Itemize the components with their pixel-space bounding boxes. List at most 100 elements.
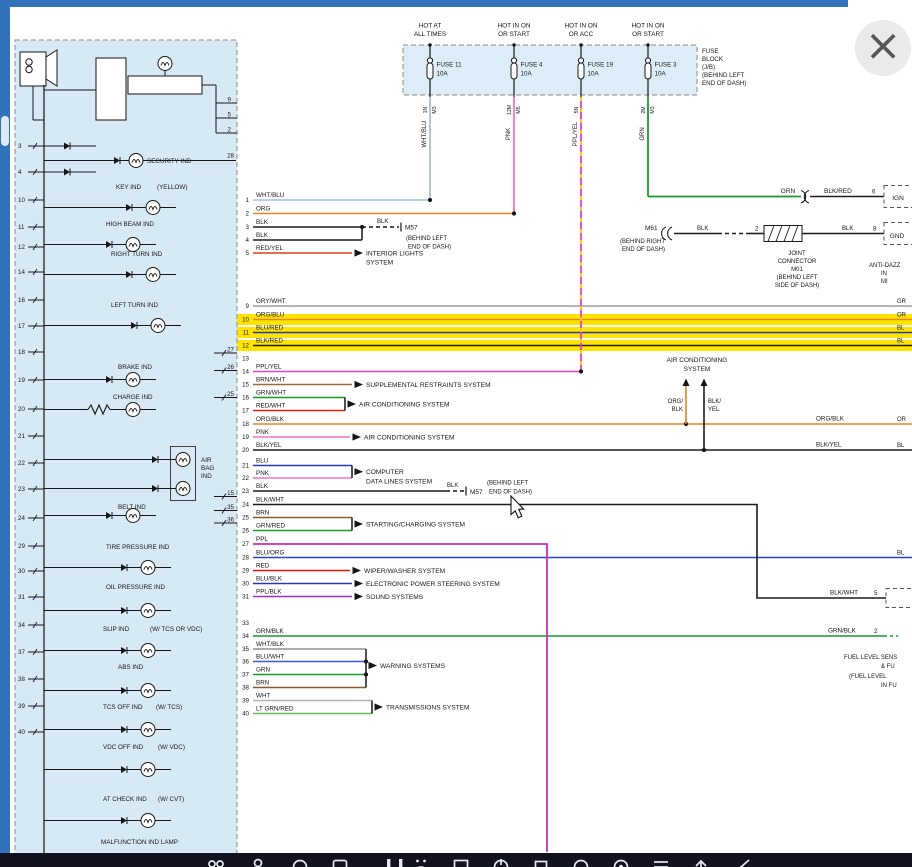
system-callout: WARNING SYSTEMS bbox=[380, 663, 446, 670]
wire-color-label: BRN/WHT bbox=[256, 377, 286, 384]
note-line: ANTI-DAZZ bbox=[869, 263, 901, 269]
back-icon[interactable] bbox=[735, 856, 757, 867]
wire-number: 21 bbox=[242, 463, 249, 470]
wire-number: 27 bbox=[242, 541, 249, 548]
wire-number: 11 bbox=[243, 330, 250, 337]
power-icon[interactable] bbox=[490, 856, 512, 867]
contacts-glyph bbox=[205, 856, 227, 867]
wire-number: 34 bbox=[242, 633, 249, 640]
pin-number: 8 bbox=[873, 226, 877, 233]
pin-number: 39 bbox=[18, 703, 25, 710]
wire-number: 36 bbox=[242, 659, 249, 666]
wire-color-label: BLK bbox=[697, 226, 708, 232]
indicator-suffix: (W/ TCS) bbox=[156, 704, 182, 711]
indicator-lamp-icon bbox=[158, 57, 172, 71]
wire-color-label: BLK/RED bbox=[256, 338, 283, 345]
wire-color-label: PPL/YEL bbox=[256, 364, 282, 371]
fuse-conn: M5 bbox=[516, 106, 522, 113]
wire-color-label: BLK/ bbox=[708, 399, 721, 405]
indicator-suffix: (YELLOW) bbox=[157, 184, 187, 191]
scrollbar-handle[interactable] bbox=[1, 116, 9, 146]
pin-number: 12 bbox=[18, 244, 25, 251]
wire-number: 37 bbox=[242, 672, 249, 679]
note-line: JOINT bbox=[788, 251, 806, 257]
wire-color-label: BLK bbox=[256, 219, 269, 226]
wire-number: 19 bbox=[242, 434, 249, 441]
fuse-name: FUSE 11 bbox=[437, 62, 463, 69]
indicator-lamp-icon bbox=[141, 561, 155, 575]
circle-icon[interactable] bbox=[570, 856, 592, 867]
wire-color-label: BRN bbox=[256, 510, 270, 517]
pin-number: 25 bbox=[227, 391, 234, 398]
edge-label: OR bbox=[897, 417, 907, 423]
stop-icon[interactable] bbox=[450, 856, 472, 867]
pin-number: 29 bbox=[18, 543, 25, 550]
upload-icon[interactable] bbox=[690, 856, 712, 867]
wiring-diagram-canvas[interactable]: FUSE BLOCK (J/B) (BEHIND LEFT END OF DAS… bbox=[0, 0, 912, 867]
wire-number: 9 bbox=[246, 303, 250, 310]
note-line: (BEHIND RIGHT bbox=[620, 239, 665, 245]
junction-dot bbox=[364, 659, 368, 663]
note-line: END OF DASH) bbox=[489, 490, 532, 496]
clock-icon[interactable] bbox=[289, 856, 311, 867]
note-line: MI bbox=[881, 279, 888, 285]
wire-color-label: ORG/BLU bbox=[256, 312, 285, 319]
wire-number: 18 bbox=[242, 421, 249, 428]
wire-number: 25 bbox=[242, 515, 249, 522]
power-glyph bbox=[490, 856, 512, 867]
pin-number: 34 bbox=[18, 622, 25, 629]
pin-number: 21 bbox=[18, 433, 25, 440]
wire-color-label: WHT bbox=[256, 693, 270, 700]
pin-number: 18 bbox=[18, 349, 25, 356]
note-line: IN bbox=[881, 271, 887, 277]
app-window-icon[interactable] bbox=[329, 856, 351, 867]
note-line: M01 bbox=[791, 267, 803, 273]
pin-number: 15 bbox=[227, 490, 234, 497]
indicator-lamp-icon bbox=[141, 763, 155, 777]
window-icon[interactable] bbox=[530, 856, 552, 867]
power-rail-label: OR START bbox=[498, 31, 530, 38]
gnd-label: GND bbox=[890, 233, 905, 240]
pin-number: 9 bbox=[228, 97, 232, 104]
wire-color-label: ORG/BLK bbox=[816, 416, 845, 423]
wire-color-label: GRN bbox=[256, 667, 270, 674]
joint-connector-box bbox=[764, 226, 802, 242]
wire-color-label: ORG/ bbox=[668, 399, 684, 405]
power-rail-label: HOT AT bbox=[419, 23, 442, 30]
hotspot-icon[interactable] bbox=[410, 856, 432, 867]
pin-number: 5 bbox=[874, 590, 878, 597]
indicator-suffix: (W/ CVT) bbox=[158, 796, 184, 803]
wire-number: 35 bbox=[242, 646, 249, 653]
pin-number: 19 bbox=[18, 377, 25, 384]
power-rail-label: OR START bbox=[632, 31, 664, 38]
record-glyph bbox=[610, 856, 632, 867]
connector-label: M57 bbox=[405, 225, 418, 232]
indicator-lamp-icon bbox=[141, 723, 155, 737]
menu-icon[interactable] bbox=[650, 856, 672, 867]
pin-number: 17 bbox=[18, 323, 25, 330]
wire-color-label: WHT/BLU bbox=[256, 192, 285, 199]
close-button[interactable]: × bbox=[855, 20, 911, 76]
fuse-terminal bbox=[427, 58, 432, 63]
system-callout: ELECTRONIC POWER STEERING SYSTEM bbox=[366, 581, 500, 588]
junction-dot bbox=[579, 369, 583, 373]
wire-color-label: PNK bbox=[256, 470, 270, 477]
pin-number: 22 bbox=[18, 460, 25, 467]
indicator-lamp-icon bbox=[146, 201, 160, 215]
wire-number: 38 bbox=[242, 685, 249, 692]
indicator-lamp-icon bbox=[141, 684, 155, 698]
note-line: BLOCK bbox=[702, 56, 724, 63]
pin-number: 26 bbox=[227, 364, 234, 371]
fuse-conn: M3 bbox=[650, 106, 656, 113]
person-glyph bbox=[247, 856, 269, 867]
pin-number: 5 bbox=[228, 112, 232, 119]
fuse-body bbox=[511, 63, 517, 79]
note-line: (FUEL LEVEL bbox=[849, 674, 887, 680]
contacts-icon[interactable] bbox=[205, 856, 227, 867]
fuse-rating: 10A bbox=[437, 71, 449, 78]
note-line: IN FU bbox=[881, 683, 897, 689]
pin-number: 27 bbox=[227, 347, 234, 354]
person-icon[interactable] bbox=[247, 856, 269, 867]
record-icon[interactable] bbox=[610, 856, 632, 867]
note-line: FUSE bbox=[702, 48, 719, 55]
